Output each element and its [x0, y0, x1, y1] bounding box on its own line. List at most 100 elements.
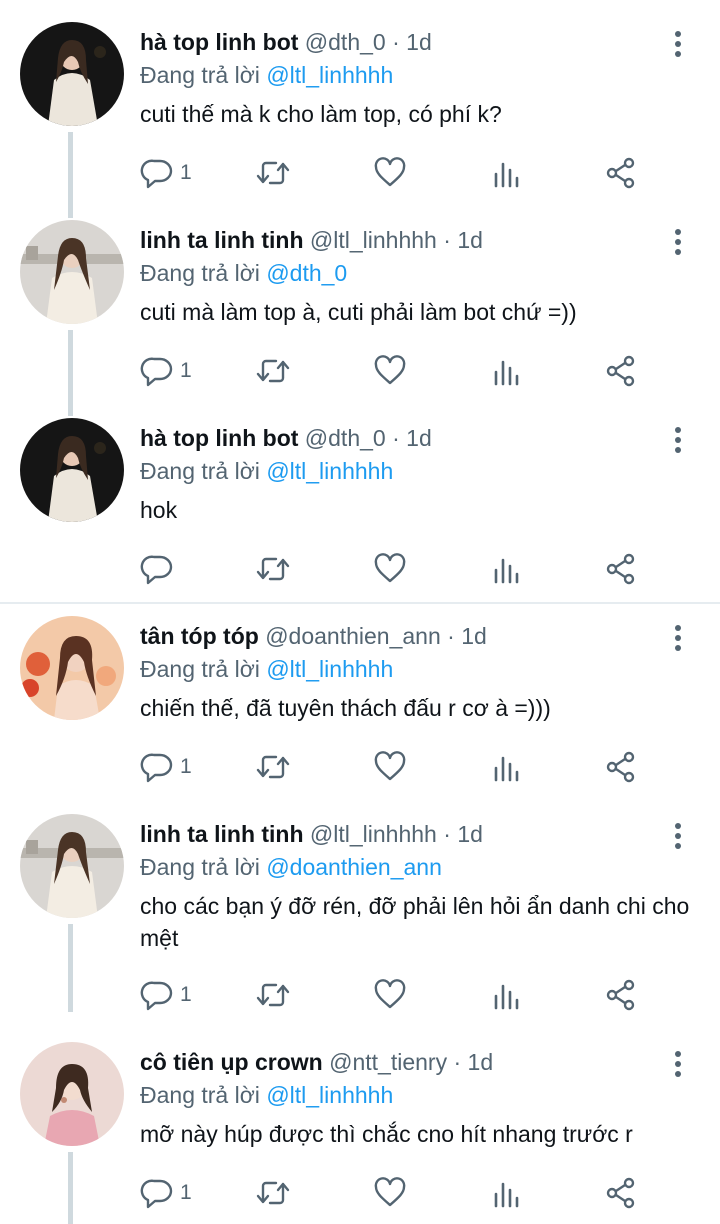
more-button[interactable]	[666, 820, 690, 852]
views-icon	[494, 558, 519, 584]
more-button[interactable]	[666, 622, 690, 654]
more-button[interactable]	[666, 1048, 690, 1080]
action-bar: 1	[140, 1174, 660, 1212]
display-name[interactable]: hà top linh bot	[140, 29, 298, 55]
handle[interactable]: @ltl_linhhhh	[310, 227, 437, 253]
views-button[interactable]	[490, 976, 524, 1014]
display-name[interactable]: tân tóp tóp	[140, 623, 259, 649]
share-button[interactable]	[604, 550, 638, 588]
replying-to-label: Đang trả lời	[140, 458, 260, 484]
share-button[interactable]	[604, 1174, 638, 1212]
tweet-header: cô tiên ụp crown @ntt_tienry · 1d	[140, 1046, 493, 1078]
tweet-feed: hà top linh bot @dth_0 · 1d Đang trả lời…	[0, 0, 720, 1224]
like-button[interactable]	[373, 748, 407, 786]
heart-icon	[374, 979, 406, 1009]
tweet-text: cuti mà làm top à, cuti phải làm bot chứ…	[140, 299, 577, 325]
reply-button[interactable]: 1	[140, 1174, 192, 1212]
separator: ·	[453, 1049, 462, 1075]
like-button[interactable]	[373, 154, 407, 192]
like-button[interactable]	[373, 352, 407, 390]
avatar[interactable]	[20, 616, 124, 720]
share-button[interactable]	[604, 154, 638, 192]
timestamp[interactable]: 1d	[461, 623, 487, 649]
handle[interactable]: @dth_0	[305, 425, 386, 451]
handle[interactable]: @doanthien_ann	[265, 623, 441, 649]
share-icon	[606, 979, 635, 1011]
timestamp[interactable]: 1d	[457, 821, 483, 847]
replying-to-label: Đang trả lời	[140, 1082, 260, 1108]
retweet-button[interactable]	[254, 1174, 292, 1212]
handle[interactable]: @ltl_linhhhh	[310, 821, 437, 847]
retweet-button[interactable]	[254, 748, 292, 786]
tweet[interactable]: cô tiên ụp crown @ntt_tienry · 1d Đang t…	[0, 1020, 720, 1224]
tweet[interactable]: tân tóp tóp @doanthien_ann · 1d Đang trả…	[0, 594, 720, 792]
like-button[interactable]	[373, 1174, 407, 1212]
reply-button[interactable]: 1	[140, 748, 192, 786]
like-button[interactable]	[373, 976, 407, 1014]
share-button[interactable]	[604, 748, 638, 786]
timestamp[interactable]: 1d	[468, 1049, 494, 1075]
avatar[interactable]	[20, 220, 124, 324]
timestamp[interactable]: 1d	[406, 425, 432, 451]
reply-button[interactable]: 1	[140, 154, 192, 192]
replying-to-label: Đang trả lời	[140, 854, 260, 880]
retweet-button[interactable]	[254, 154, 292, 192]
views-button[interactable]	[490, 748, 524, 786]
retweet-button[interactable]	[254, 352, 292, 390]
separator: ·	[443, 227, 451, 253]
avatar[interactable]	[20, 22, 124, 126]
reply-icon	[140, 753, 173, 783]
avatar[interactable]	[20, 1042, 124, 1146]
reply-icon	[140, 555, 173, 585]
reply-button[interactable]: 1	[140, 976, 192, 1014]
more-button[interactable]	[666, 28, 690, 60]
replying-to-mention[interactable]: @ltl_linhhhh	[266, 458, 393, 484]
timestamp[interactable]: 1d	[406, 29, 432, 55]
retweet-button[interactable]	[254, 976, 292, 1014]
replying-to-label: Đang trả lời	[140, 260, 260, 286]
more-vertical-icon	[675, 229, 681, 255]
avatar[interactable]	[20, 814, 124, 918]
reply-button[interactable]: 1	[140, 352, 192, 390]
tweet[interactable]: linh ta linh tinh @ltl_linhhhh · 1d Đang…	[0, 198, 720, 396]
views-button[interactable]	[490, 352, 524, 390]
display-name[interactable]: linh ta linh tinh	[140, 821, 304, 847]
replying-to: Đang trả lời @doanthien_ann	[140, 851, 442, 883]
tweet[interactable]: hà top linh bot @dth_0 · 1d Đang trả lời…	[0, 396, 720, 594]
handle[interactable]: @ntt_tienry	[329, 1049, 447, 1075]
display-name[interactable]: cô tiên ụp crown	[140, 1049, 323, 1075]
tweet[interactable]: hà top linh bot @dth_0 · 1d Đang trả lời…	[0, 0, 720, 198]
like-button[interactable]	[373, 550, 407, 588]
retweet-button[interactable]	[254, 550, 292, 588]
replying-to-mention[interactable]: @doanthien_ann	[266, 854, 442, 880]
display-name[interactable]: hà top linh bot	[140, 425, 298, 451]
display-name[interactable]: linh ta linh tinh	[140, 227, 304, 253]
heart-icon	[374, 157, 406, 187]
more-button[interactable]	[666, 424, 690, 456]
retweet-icon	[256, 359, 290, 383]
share-button[interactable]	[604, 352, 638, 390]
avatar[interactable]	[20, 418, 124, 522]
reply-icon	[140, 1179, 173, 1209]
more-vertical-icon	[675, 625, 681, 651]
replying-to-mention[interactable]: @ltl_linhhhh	[266, 62, 393, 88]
replying-to-mention[interactable]: @dth_0	[266, 260, 347, 286]
tweet-text: chiến thế, đã tuyên thách đấu r cơ à =))…	[140, 695, 551, 721]
more-button[interactable]	[666, 226, 690, 258]
replying-to-mention[interactable]: @ltl_linhhhh	[266, 656, 393, 682]
tweet-header: hà top linh bot @dth_0 · 1d	[140, 422, 432, 454]
views-icon	[494, 1182, 519, 1208]
timestamp[interactable]: 1d	[457, 227, 483, 253]
reply-button[interactable]	[140, 550, 180, 588]
views-icon	[494, 756, 519, 782]
views-button[interactable]	[490, 154, 524, 192]
separator: ·	[392, 29, 400, 55]
tweet-text: cho các bạn ý đỡ rén, đỡ phải lên hỏi ẩn…	[140, 893, 690, 951]
tweet[interactable]: linh ta linh tinh @ltl_linhhhh · 1d Đang…	[0, 792, 720, 1020]
views-button[interactable]	[490, 550, 524, 588]
share-button[interactable]	[604, 976, 638, 1014]
handle[interactable]: @dth_0	[305, 29, 386, 55]
replying-to-mention[interactable]: @ltl_linhhhh	[266, 1082, 393, 1108]
views-button[interactable]	[490, 1174, 524, 1212]
replying-to-label: Đang trả lời	[140, 62, 260, 88]
